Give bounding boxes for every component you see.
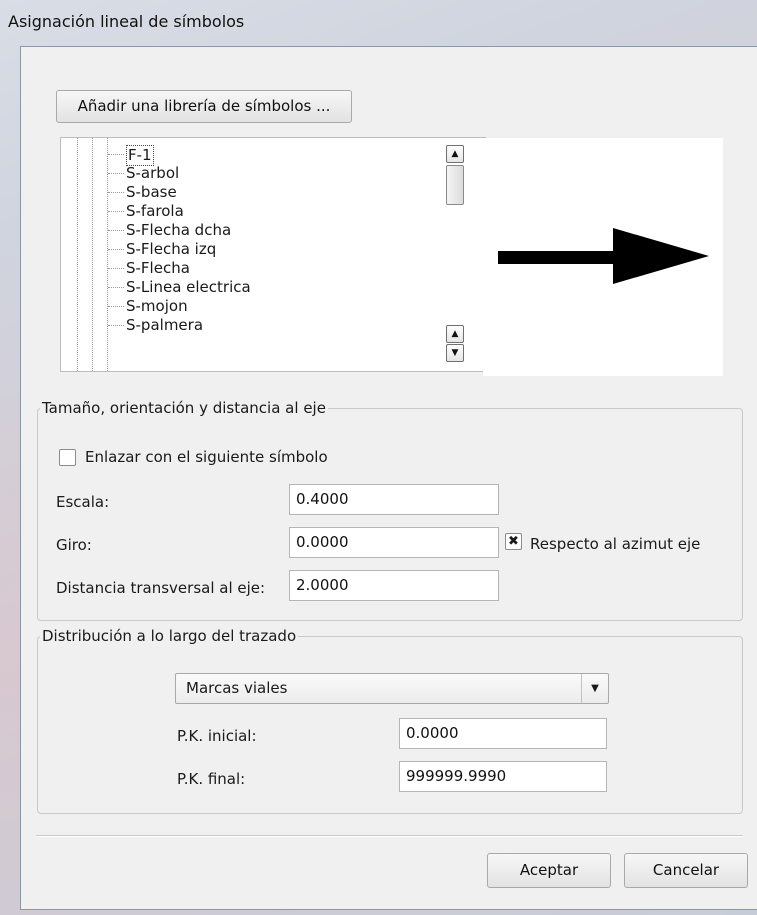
list-item-label: F-1 [126,145,154,166]
scroll-up-button[interactable]: ▲ [446,145,464,163]
list-item-label: S-palmera [126,316,204,334]
rotation-label: Giro: [56,536,92,554]
azimuth-checkbox[interactable]: ✖ [505,533,522,550]
size-group-legend: Tamaño, orientación y distancia al eje [42,399,326,417]
list-item-label: S-Flecha [126,259,190,277]
dialog-window: Asignación lineal de símbolos Añadir una… [0,0,757,915]
list-item-label: S-Flecha dcha [126,221,232,239]
rotation-field[interactable]: 0.0000 [289,527,499,558]
list-item[interactable]: S-base [108,183,177,202]
list-item-label: S-base [126,183,177,201]
list-item[interactable]: S-farola [108,202,184,221]
pk-end-field[interactable]: 999999.9990 [399,761,607,792]
tree-guide-line [92,138,93,371]
list-item[interactable]: F-1 [108,145,154,166]
distance-field[interactable]: 2.0000 [289,570,499,601]
scrollbar-thumb[interactable] [446,165,464,205]
tree-guide-line [77,138,78,371]
list-item-label: S-Linea electrica [126,278,251,296]
scroll-up-button[interactable]: ▲ [446,325,464,343]
chevron-down-icon: ▼ [581,674,608,703]
symbol-tree-list[interactable]: F-1 S-arbol S-base S-farola S-Flecha dch… [60,137,486,372]
footer-divider [36,835,743,837]
scale-label: Escala: [56,493,110,511]
pk-end-label: P.K. final: [177,770,246,788]
distribution-group: Distribución a lo largo del trazado [37,627,743,814]
list-item[interactable]: S-arbol [108,164,179,183]
cancel-button[interactable]: Cancelar [624,853,748,888]
list-item[interactable]: S-Flecha [108,259,190,278]
scale-field[interactable]: 0.4000 [289,484,499,515]
dialog-client-area: Añadir una librería de símbolos ... F-1 … [20,46,757,910]
list-item-label: S-farola [126,202,184,220]
right-arrow-icon [498,228,709,284]
list-item[interactable]: S-Flecha izq [108,240,216,259]
scroll-down-button[interactable]: ▼ [446,344,464,362]
distribution-group-legend: Distribución a lo largo del trazado [42,627,297,645]
link-symbol-checkbox[interactable] [59,449,76,466]
list-item[interactable]: S-mojon [108,297,188,316]
link-symbol-label: Enlazar con el siguiente símbolo [85,448,328,466]
azimuth-label: Respecto al azimut eje [530,535,701,553]
distribution-mode-value: Marcas viales [186,679,288,697]
list-item-label: S-arbol [126,164,180,182]
list-item-label: S-Flecha izq [126,240,217,258]
list-item[interactable]: S-Flecha dcha [108,221,231,240]
distribution-mode-select[interactable]: Marcas viales ▼ [175,673,609,704]
title-bar[interactable]: Asignación lineal de símbolos [0,0,757,46]
symbol-preview [483,138,723,376]
distance-label: Distancia transversal al eje: [56,579,266,597]
add-library-button[interactable]: Añadir una librería de símbolos ... [56,90,352,123]
ok-button[interactable]: Aceptar [487,853,611,888]
pk-start-field[interactable]: 0.0000 [399,718,607,749]
window-title: Asignación lineal de símbolos [8,12,245,31]
pk-start-label: P.K. inicial: [177,727,257,745]
list-item[interactable]: S-Linea electrica [108,278,251,297]
list-item-label: S-mojon [126,297,188,315]
list-item[interactable]: S-palmera [108,316,203,335]
